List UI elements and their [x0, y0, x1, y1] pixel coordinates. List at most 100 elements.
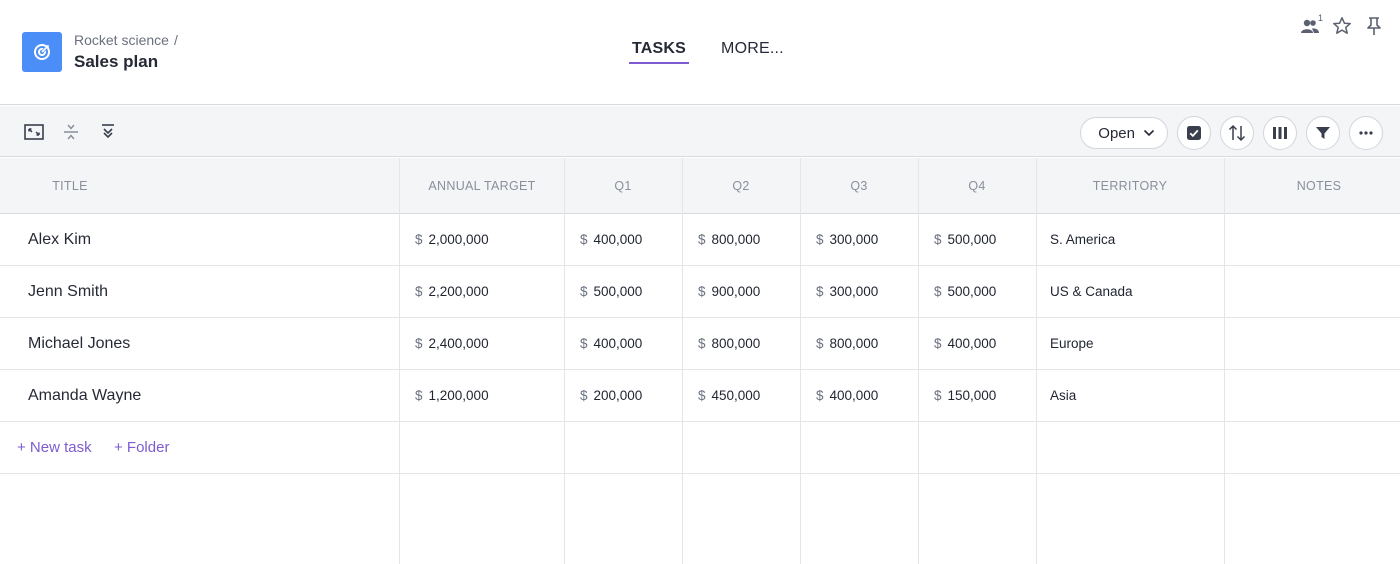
- q3-cell[interactable]: $400,000: [816, 370, 878, 421]
- currency-symbol: $: [934, 336, 942, 351]
- currency-symbol: $: [698, 284, 706, 299]
- task-title[interactable]: Michael Jones: [28, 318, 130, 369]
- view-tabs: TASKS MORE...: [629, 40, 784, 64]
- currency-symbol: $: [934, 388, 942, 403]
- project-header: Rocket science / Sales plan TASKS MORE...…: [0, 0, 1400, 105]
- territory-cell[interactable]: Europe: [1050, 318, 1094, 369]
- currency-symbol: $: [580, 336, 588, 351]
- cell-value: 1,200,000: [428, 388, 489, 403]
- column-notes[interactable]: NOTES: [1224, 158, 1400, 214]
- q1-cell[interactable]: $500,000: [580, 266, 642, 317]
- currency-symbol: $: [934, 232, 942, 247]
- column-q4[interactable]: Q4: [918, 158, 1036, 214]
- q4-cell[interactable]: $150,000: [934, 370, 996, 421]
- currency-symbol: $: [816, 388, 824, 403]
- cell-value: 800,000: [711, 232, 761, 247]
- currency-symbol: $: [415, 388, 423, 403]
- cell-value: 200,000: [593, 388, 643, 403]
- status-filter-dropdown[interactable]: Open: [1080, 117, 1168, 149]
- task-title[interactable]: Alex Kim: [28, 214, 91, 265]
- sort-icon[interactable]: [1220, 116, 1254, 150]
- cell-value: 2,400,000: [428, 336, 489, 351]
- currency-symbol: $: [415, 284, 423, 299]
- cell-value: 400,000: [947, 336, 997, 351]
- breadcrumb-separator: /: [173, 32, 178, 48]
- cell-value: 500,000: [593, 284, 643, 299]
- toolbar-left: [24, 122, 118, 142]
- cell-value: 400,000: [593, 232, 643, 247]
- annual-target-cell[interactable]: $2,400,000: [415, 318, 489, 369]
- pin-icon[interactable]: [1364, 15, 1384, 37]
- column-q1[interactable]: Q1: [564, 158, 682, 214]
- annual-target-cell[interactable]: $1,200,000: [415, 370, 489, 421]
- collapse-icon[interactable]: [61, 122, 81, 142]
- more-icon[interactable]: [1349, 116, 1383, 150]
- tab-tasks[interactable]: TASKS: [629, 40, 690, 64]
- page-title[interactable]: Sales plan: [74, 52, 158, 72]
- territory-cell[interactable]: US & Canada: [1050, 266, 1133, 317]
- add-item-row: + New task + Folder: [0, 422, 1400, 474]
- cell-value: 150,000: [947, 388, 997, 403]
- expand-all-icon[interactable]: [98, 122, 118, 142]
- column-q2[interactable]: Q2: [682, 158, 800, 214]
- q2-cell[interactable]: $800,000: [698, 214, 760, 265]
- q4-cell[interactable]: $500,000: [934, 214, 996, 265]
- q4-cell[interactable]: $500,000: [934, 266, 996, 317]
- toolbar-right: Open: [1080, 116, 1383, 150]
- column-q3[interactable]: Q3: [800, 158, 918, 214]
- table-row[interactable]: Jenn Smith $2,200,000 $500,000 $900,000 …: [0, 266, 1400, 318]
- territory-cell[interactable]: Asia: [1050, 370, 1076, 421]
- checkbox-icon[interactable]: [1177, 116, 1211, 150]
- header-actions: 1: [1300, 13, 1384, 37]
- currency-symbol: $: [698, 232, 706, 247]
- table-row[interactable]: Michael Jones $2,400,000 $400,000 $800,0…: [0, 318, 1400, 370]
- cell-value: 300,000: [829, 284, 879, 299]
- column-annual-target[interactable]: ANNUAL TARGET: [400, 158, 564, 214]
- currency-symbol: $: [698, 336, 706, 351]
- table-row[interactable]: Amanda Wayne $1,200,000 $200,000 $450,00…: [0, 370, 1400, 422]
- currency-symbol: $: [698, 388, 706, 403]
- currency-symbol: $: [816, 284, 824, 299]
- q4-cell[interactable]: $400,000: [934, 318, 996, 369]
- q1-cell[interactable]: $400,000: [580, 318, 642, 369]
- q3-cell[interactable]: $300,000: [816, 214, 878, 265]
- currency-symbol: $: [934, 284, 942, 299]
- members-icon[interactable]: 1: [1300, 13, 1323, 37]
- cell-value: 400,000: [593, 336, 643, 351]
- task-title[interactable]: Jenn Smith: [28, 266, 108, 317]
- cell-value: 2,200,000: [428, 284, 489, 299]
- currency-symbol: $: [415, 232, 423, 247]
- column-territory[interactable]: TERRITORY: [1036, 158, 1224, 214]
- currency-symbol: $: [816, 336, 824, 351]
- q2-cell[interactable]: $450,000: [698, 370, 760, 421]
- territory-cell[interactable]: S. America: [1050, 214, 1115, 265]
- q2-cell[interactable]: $800,000: [698, 318, 760, 369]
- breadcrumb-project[interactable]: Rocket science: [74, 32, 169, 48]
- members-count: 1: [1317, 13, 1323, 23]
- q1-cell[interactable]: $200,000: [580, 370, 642, 421]
- cell-value: 2,000,000: [428, 232, 489, 247]
- expand-icon[interactable]: [24, 122, 44, 142]
- filter-icon[interactable]: [1306, 116, 1340, 150]
- task-title[interactable]: Amanda Wayne: [28, 370, 141, 421]
- toolbar: Open: [0, 106, 1400, 157]
- tab-more[interactable]: MORE...: [721, 40, 784, 64]
- q1-cell[interactable]: $400,000: [580, 214, 642, 265]
- columns-icon[interactable]: [1263, 116, 1297, 150]
- new-task-button[interactable]: + New task: [17, 422, 92, 473]
- q3-cell[interactable]: $800,000: [816, 318, 878, 369]
- q2-cell[interactable]: $900,000: [698, 266, 760, 317]
- q3-cell[interactable]: $300,000: [816, 266, 878, 317]
- chevron-down-icon: [1143, 129, 1155, 137]
- column-title[interactable]: TITLE: [0, 158, 140, 214]
- annual-target-cell[interactable]: $2,200,000: [415, 266, 489, 317]
- table-row[interactable]: Alex Kim $2,000,000 $400,000 $800,000 $3…: [0, 214, 1400, 266]
- table-header: TITLE ANNUAL TARGET Q1 Q2 Q3 Q4 TERRITOR…: [0, 158, 1400, 214]
- new-folder-button[interactable]: + Folder: [114, 422, 169, 473]
- cell-value: 800,000: [711, 336, 761, 351]
- target-icon[interactable]: [22, 32, 62, 72]
- star-icon[interactable]: [1332, 15, 1352, 37]
- currency-symbol: $: [415, 336, 423, 351]
- breadcrumb[interactable]: Rocket science /: [74, 32, 178, 48]
- annual-target-cell[interactable]: $2,000,000: [415, 214, 489, 265]
